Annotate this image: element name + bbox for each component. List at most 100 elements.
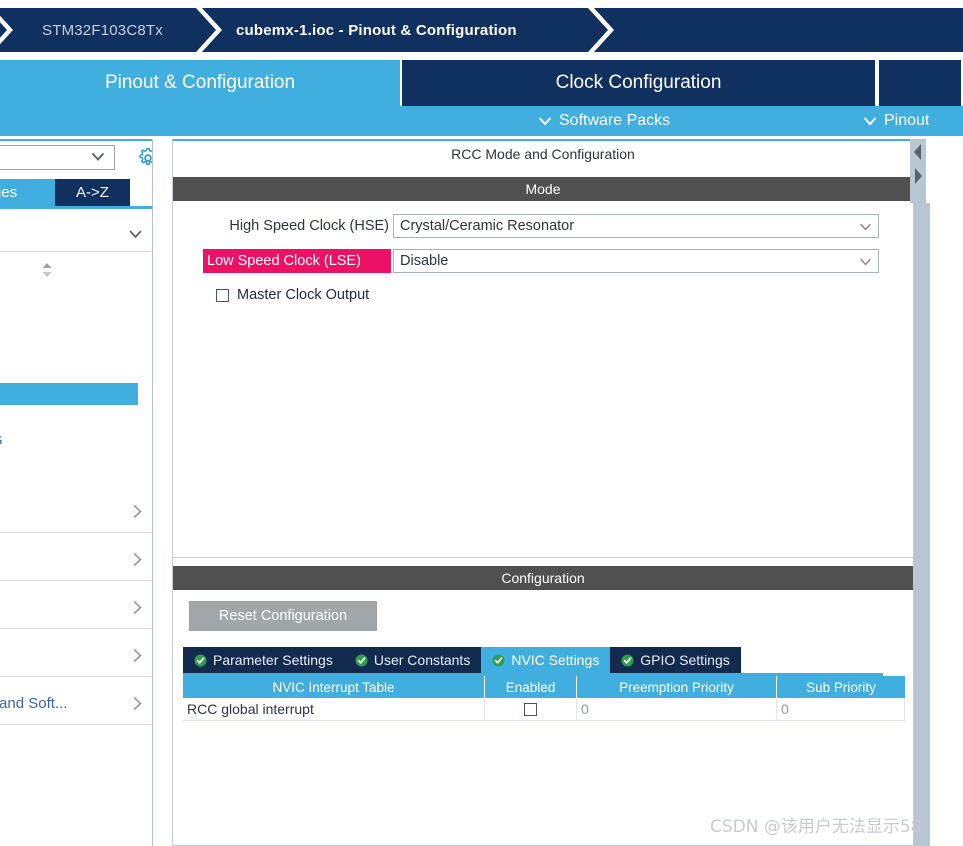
chevron-right-icon [131,504,144,519]
panel-horizontal-scroll[interactable] [910,139,926,203]
software-packs-menu[interactable]: Software Packs [538,112,670,130]
tab-gpio-settings[interactable]: GPIO Settings [610,647,741,673]
main-tab-bar: Pinout & Configuration Clock Configurati… [0,60,963,106]
sidebar-category-middleware-label: eware and Soft... [0,695,68,712]
chevron-down-icon [127,225,144,245]
column-header-nvic-interrupt-table[interactable]: NVIC Interrupt Table [183,676,485,698]
column-header-enabled[interactable]: Enabled [485,676,577,698]
sidebar-category-middleware[interactable]: eware and Soft... [0,683,152,725]
sidebar-top-accent [0,139,152,141]
check-circle-icon [194,654,207,667]
reset-configuration-button[interactable]: Reset Configuration [189,601,377,631]
sidebar-category-timers[interactable]: s [0,539,152,581]
breadcrumb-item-file[interactable]: cubemx-1.ioc - Pinout & Configuration [236,8,517,52]
nvic-interrupt-table: NVIC Interrupt Table Enabled Preemption … [183,676,905,721]
right-margin-area [930,139,963,846]
gear-icon[interactable] [136,146,152,170]
master-clock-output-label: Master Clock Output [237,287,370,303]
sidebar-item-gpio[interactable]: PIO [0,314,138,336]
mode-section-header: Mode [173,177,913,201]
reset-configuration-label: Reset Configuration [218,608,348,624]
tab-user-constants[interactable]: User Constants [343,647,482,673]
breadcrumb-item-device[interactable]: STM32F103C8Tx [42,8,163,52]
breadcrumb-chevron-icon [0,8,13,52]
column-header-preemption-priority[interactable]: Preemption Priority [577,676,777,698]
chevron-down-icon [859,255,872,268]
tab-pinout-configuration[interactable]: Pinout & Configuration [0,60,400,106]
tab-nvic-settings[interactable]: NVIC Settings [481,647,611,673]
tab-clock-configuration-label: Clock Configuration [555,72,722,93]
cell-enabled[interactable] [485,698,577,721]
breadcrumb-chevron-icon-2 [196,8,222,52]
sidebar-tab-a-to-z-label: A->Z [76,184,109,201]
sidebar-item-sys[interactable]: YS [0,406,138,428]
sidebar-tab-underline [0,206,152,209]
hse-value: Crystal/Ceramic Resonator [400,218,575,234]
column-header-sub-priority[interactable]: Sub Priority [777,676,905,698]
tab-user-constants-label: User Constants [373,652,471,668]
sidebar-item-dma[interactable]: MA [0,291,138,313]
tab-gpio-settings-label: GPIO Settings [640,652,730,668]
tab-project-manager[interactable] [877,60,963,106]
breadcrumb-device-label: STM32F103C8Tx [42,21,163,39]
sidebar-category-connectivity[interactable]: ectivity [0,587,152,629]
table-row[interactable]: RCC global interrupt 0 0 [183,698,905,721]
tab-nvic-settings-label: NVIC Settings [511,652,600,668]
sub-tool-bar: Software Packs Pinout [0,106,963,136]
cell-sub-priority[interactable]: 0 [777,698,905,721]
rcc-configuration-panel: RCC Mode and Configuration Mode High Spe… [172,139,914,846]
breadcrumb-chevron-icon-3 [588,8,614,52]
sidebar-tab-group: ies A->Z [0,179,130,206]
breadcrumb: STM32F103C8Tx cubemx-1.ioc - Pinout & Co… [0,8,963,52]
enabled-checkbox[interactable] [524,702,537,716]
software-packs-label: Software Packs [559,112,671,129]
triangle-right-icon[interactable] [911,165,925,187]
cell-interrupt-name: RCC global interrupt [183,698,485,721]
lse-row: Low Speed Clock (LSE) Disable [173,249,913,275]
sidebar-tab-a-to-z[interactable]: A->Z [55,179,130,206]
chevron-down-icon [859,220,872,233]
cell-preemption-priority[interactable]: 0 [577,698,777,721]
tab-clock-configuration[interactable]: Clock Configuration [400,60,877,106]
chevron-right-icon [131,696,144,711]
sidebar-item-rcc[interactable]: CC [0,383,138,405]
sidebar-item-iwdg[interactable]: /DG [0,337,138,359]
peripheral-search-input[interactable] [0,145,115,170]
hse-select[interactable]: Crystal/Ceramic Resonator [393,214,879,238]
sort-updown-icon[interactable] [40,262,54,278]
breadcrumb-file-label: cubemx-1.ioc - Pinout & Configuration [236,21,517,39]
hse-row: High Speed Clock (HSE) Crystal/Ceramic R… [173,214,913,240]
check-circle-icon [492,654,505,667]
chevron-right-icon [131,600,144,615]
mode-section-divider [173,557,913,558]
chevron-down-icon [90,148,106,167]
lse-select[interactable]: Disable [393,249,879,273]
sidebar-panel-gap [153,139,172,846]
master-clock-output-row[interactable]: Master Clock Output [173,284,913,306]
panel-vertical-scrollbar[interactable] [914,203,930,846]
tab-pinout-configuration-label: Pinout & Configuration [104,72,296,93]
master-clock-output-checkbox[interactable] [216,288,229,302]
pinout-label: Pinout [884,112,930,129]
chevron-down-icon [863,114,877,128]
sidebar-category-computing[interactable]: uting [0,635,152,677]
sidebar-category-analog[interactable]: g [0,491,152,533]
sidebar-item-wwdg-label: WDG [0,432,3,449]
pinout-menu[interactable]: Pinout [863,112,929,130]
sidebar-tab-categories-label: ies [0,184,18,201]
check-circle-icon [355,654,368,667]
tab-parameter-settings[interactable]: Parameter Settings [183,647,344,673]
check-circle-icon [621,654,634,667]
lse-label: Low Speed Clock (LSE) [203,249,391,273]
chevron-right-icon [131,552,144,567]
hse-label: High Speed Clock (HSE) [229,218,389,234]
page-title: RCC Mode and Configuration [173,141,913,167]
sidebar-item-wwdg[interactable]: WDG [0,429,138,451]
sidebar-item-nvic[interactable]: VIC [0,360,138,382]
chevron-right-icon [131,648,144,663]
sidebar-tab-categories[interactable]: ies [0,179,55,206]
chevron-down-icon [538,114,552,128]
watermark: CSDN @该用户无法显示58 [710,817,922,837]
sidebar-group-system-core[interactable]: m Core [0,221,150,249]
triangle-left-icon[interactable] [911,141,925,163]
